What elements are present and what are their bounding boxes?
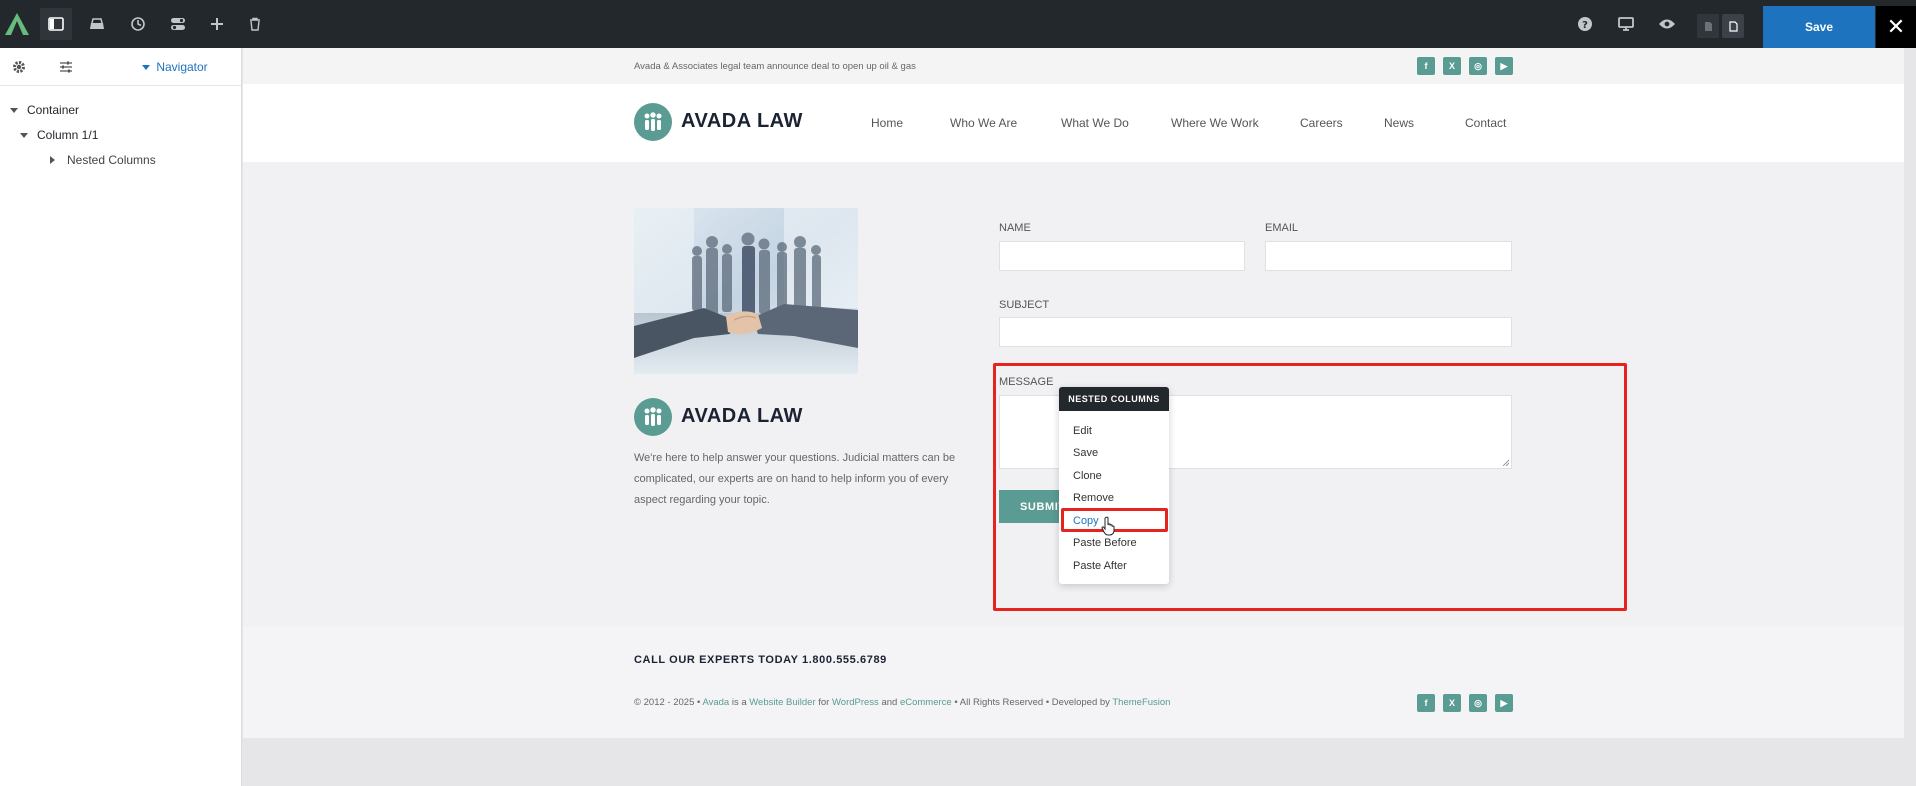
- menu-item-edit[interactable]: Edit: [1073, 425, 1092, 437]
- announcement-bar: Avada & Associates legal team announce d…: [243, 48, 1904, 84]
- tree-item-label: Nested Columns: [67, 153, 156, 167]
- tab-navigator[interactable]: Navigator: [120, 48, 230, 86]
- nav-who-we-are[interactable]: Who We Are: [950, 116, 1017, 130]
- page-active-icon[interactable]: [1722, 14, 1744, 38]
- intro-line: We're here to help answer your questions…: [634, 452, 956, 464]
- tree-item-column[interactable]: Column 1/1: [20, 128, 98, 142]
- name-field[interactable]: [999, 241, 1245, 271]
- tree-item-container[interactable]: Container: [10, 103, 79, 117]
- hand-cursor-icon: [1101, 516, 1115, 536]
- nav-where-we-work[interactable]: Where We Work: [1171, 116, 1259, 130]
- copyright-text: and: [878, 697, 900, 708]
- navigator-label: Navigator: [156, 60, 208, 74]
- website-builder-link[interactable]: Website Builder: [749, 697, 815, 708]
- caret-down-icon: [20, 132, 28, 138]
- tree-item-label: Column 1/1: [37, 128, 99, 142]
- wordpress-link[interactable]: WordPress: [832, 697, 879, 708]
- caret-down-icon: [10, 107, 18, 113]
- canvas-bottom: [243, 738, 1904, 786]
- footer-instagram-icon[interactable]: ◎: [1469, 694, 1487, 712]
- toggles-icon[interactable]: [162, 8, 194, 40]
- footer-youtube-icon[interactable]: ▶: [1495, 694, 1513, 712]
- subject-label: SUBJECT: [999, 299, 1050, 311]
- menu-item-clone[interactable]: Clone: [1073, 470, 1102, 482]
- history-icon[interactable]: [122, 8, 154, 40]
- sidebar: Navigator Container Column 1/1 Nested Co…: [0, 48, 242, 786]
- menu-item-remove[interactable]: Remove: [1073, 492, 1114, 504]
- x-icon[interactable]: X: [1443, 57, 1461, 75]
- context-menu-title: NESTED COLUMNS: [1059, 387, 1169, 411]
- sidebar-toggle-icon[interactable]: [40, 8, 72, 40]
- instagram-icon[interactable]: ◎: [1469, 57, 1487, 75]
- copyright-line: © 2012 - 2025 • Avada is a Website Build…: [634, 697, 1170, 708]
- subject-field[interactable]: [999, 317, 1512, 347]
- copyright-text: • All Rights Reserved • Developed by: [951, 697, 1113, 708]
- save-button[interactable]: Save: [1763, 6, 1875, 48]
- tree-item-label: Container: [27, 103, 80, 117]
- close-icon[interactable]: ✕: [1876, 6, 1916, 48]
- themefusion-link[interactable]: ThemeFusion: [1112, 697, 1170, 708]
- help-icon[interactable]: ?: [1569, 8, 1601, 40]
- tree-item-nested-columns[interactable]: Nested Columns: [50, 153, 156, 167]
- library-icon[interactable]: [81, 8, 113, 40]
- nav-contact[interactable]: Contact: [1465, 116, 1506, 130]
- desktop-icon[interactable]: [1610, 8, 1642, 40]
- trash-icon[interactable]: [239, 8, 271, 40]
- intro-line: complicated, our experts are on hand to …: [634, 473, 949, 485]
- nav-careers[interactable]: Careers: [1300, 116, 1343, 130]
- intro-paragraph: We're here to help answer your questions…: [634, 448, 955, 511]
- footer-x-icon[interactable]: X: [1443, 694, 1461, 712]
- handshake-photo: [634, 208, 858, 374]
- menu-item-paste-after[interactable]: Paste After: [1073, 560, 1127, 572]
- brand-logo-icon: [634, 398, 672, 436]
- menu-item-paste-before[interactable]: Paste Before: [1073, 537, 1137, 549]
- sidebar-tabs: Navigator: [0, 48, 241, 86]
- context-menu: NESTED COLUMNS Edit Save Clone Remove Co…: [1059, 387, 1169, 584]
- menu-item-save[interactable]: Save: [1073, 447, 1098, 459]
- add-icon[interactable]: [201, 8, 233, 40]
- footer-cta: CALL OUR EXPERTS TODAY 1.800.555.6789: [634, 654, 887, 666]
- nav-what-we-do[interactable]: What We Do: [1061, 116, 1129, 130]
- copyright-prefix: © 2012 - 2025 •: [634, 697, 703, 708]
- content-brand-name: AVADA LAW: [681, 405, 803, 427]
- copyright-text: is a: [729, 697, 750, 708]
- brand-name[interactable]: AVADA LAW: [681, 110, 803, 133]
- brand-logo-icon[interactable]: [634, 103, 672, 141]
- copyright-text: for: [815, 697, 832, 708]
- facebook-icon[interactable]: f: [1417, 57, 1435, 75]
- sliders-icon[interactable]: [46, 48, 86, 86]
- page-icon[interactable]: [1697, 14, 1719, 38]
- avada-logo-icon[interactable]: [4, 12, 30, 36]
- nav-news[interactable]: News: [1384, 116, 1414, 130]
- svg-text:?: ?: [1582, 20, 1588, 31]
- name-label: NAME: [999, 222, 1031, 234]
- youtube-icon[interactable]: ▶: [1495, 57, 1513, 75]
- email-field[interactable]: [1265, 241, 1512, 271]
- chevron-down-icon: [142, 64, 151, 70]
- builder-toolbar: ? Save ✕: [0, 0, 1916, 48]
- nav-home[interactable]: Home: [871, 116, 903, 130]
- settings-gear-icon[interactable]: [0, 48, 38, 86]
- footer-facebook-icon[interactable]: f: [1417, 694, 1435, 712]
- email-label: EMAIL: [1265, 222, 1299, 234]
- site-footer: [243, 626, 1904, 738]
- preview-icon[interactable]: [1651, 8, 1683, 40]
- announcement-text: Avada & Associates legal team announce d…: [634, 61, 916, 72]
- avada-link[interactable]: Avada: [702, 697, 729, 708]
- intro-line: aspect regarding your topic.: [634, 494, 770, 506]
- caret-right-icon: [50, 156, 55, 164]
- ecommerce-link[interactable]: eCommerce: [900, 697, 952, 708]
